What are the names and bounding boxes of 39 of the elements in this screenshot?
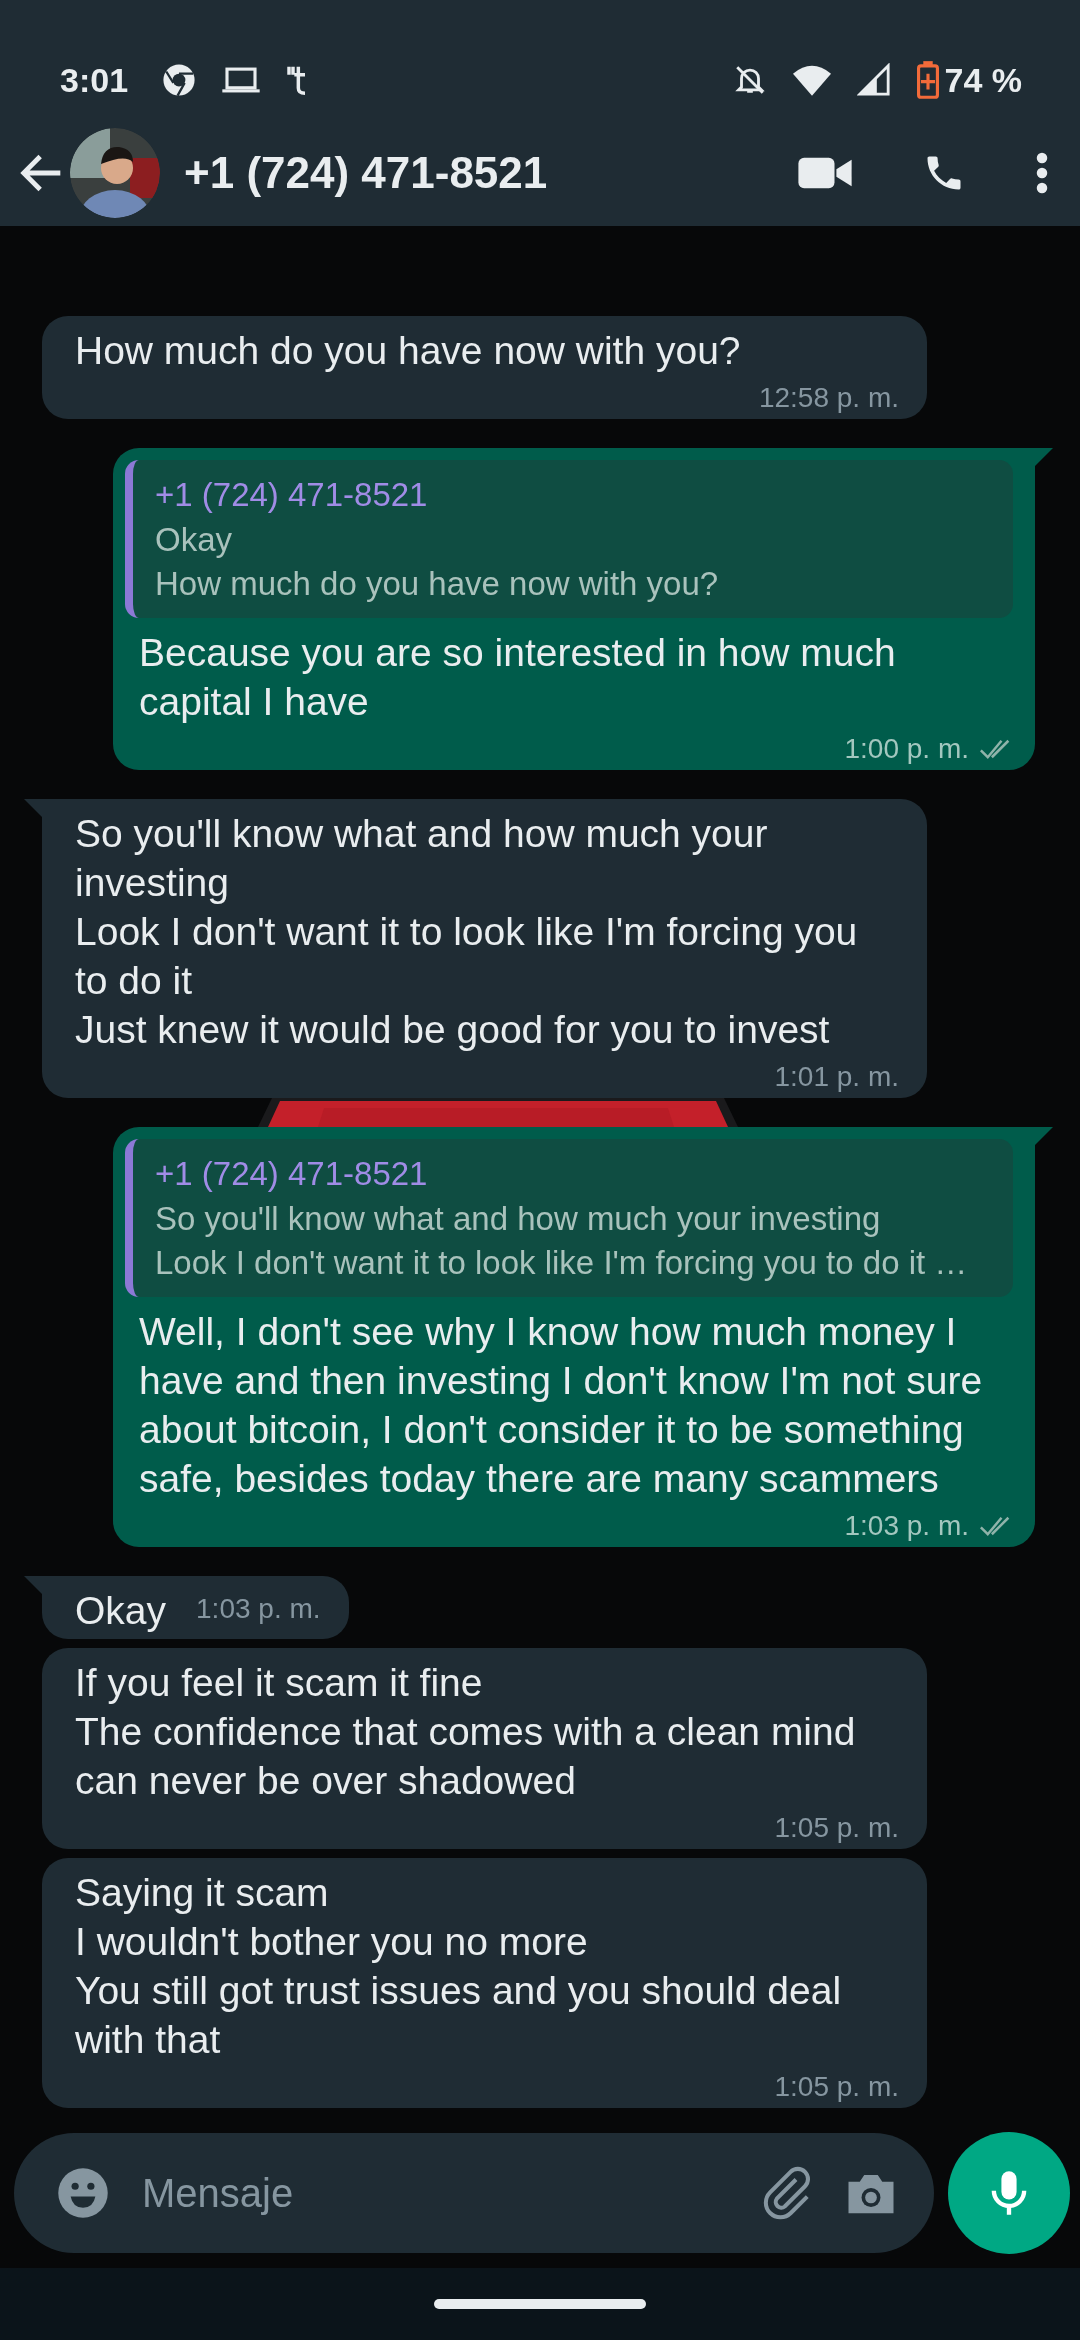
wifi-icon xyxy=(792,64,831,96)
message-time: 1:03 p. m. xyxy=(196,1592,321,1626)
quote-author: +1 (724) 471-8521 xyxy=(155,1154,429,1194)
message-bubble[interactable]: +1 (724) 471-8521 Okay How much do you have now with you? Because you are so interested in how much capital I have 1:00 p. m. xyxy=(113,448,1035,770)
quote-text: So you'll know what and how much your investing Look I don't want it to look like I'm forcing you to do it … xyxy=(155,1199,969,1283)
emoji-icon[interactable] xyxy=(56,2166,110,2220)
laptop-icon xyxy=(222,66,261,94)
message-text: Well, I don't see why I know how much money I have and then investing I don't know I'm not sure about bitcoin, I don't consider it to be something safe, besides today there are many scammers xyxy=(139,1309,984,1502)
message-text: Because you are so interested in how much capital I have xyxy=(139,630,897,725)
battery-icon xyxy=(916,61,939,99)
signal-icon xyxy=(856,63,891,97)
message-bubble[interactable]: So you'll know what and how much your investing Look I don't want it to look like I'm forcing you to do it Just knew it would be good for you to invest 1:01 p. m. xyxy=(42,799,927,1098)
message-field[interactable]: Mensaje xyxy=(14,2133,934,2253)
message-time: 1:05 p. m. xyxy=(774,2070,899,2104)
quoted-message[interactable]: +1 (724) 471-8521 So you'll know what and how much your investing Look I don't want it to look like I'm forcing you to do it … xyxy=(125,1139,1013,1297)
quote-text: Okay How much do you have now with you? xyxy=(155,520,720,604)
message-bubble[interactable] xyxy=(113,1127,1035,1547)
message-bubble[interactable]: Saying it scam I wouldn't bother you no more You still got trust issues and you should deal with that 1:05 p. m. xyxy=(42,1858,927,2108)
message-bubble[interactable]: How much do you have now with you? 12:58 p. m. xyxy=(42,316,927,419)
message-input[interactable]: Mensaje xyxy=(140,2169,730,2217)
battery-level: 74 % xyxy=(944,60,1022,100)
message-time: 1:03 p. m. xyxy=(844,1509,969,1543)
quote-author: +1 (724) 471-8521 xyxy=(155,475,429,515)
message-text: How much do you have now with you? xyxy=(75,328,741,374)
status-time: 3:01 xyxy=(60,60,129,100)
message-time: 12:58 p. m. xyxy=(758,381,899,415)
message-bubble[interactable]: If you feel it scam it fine The confidence that comes with a clean mind can never be over shadowed 1:05 p. m. xyxy=(42,1648,927,1849)
message-text: Okay xyxy=(75,1588,167,1634)
quoted-message[interactable]: +1 (724) 471-8521 Okay How much do you have now with you? xyxy=(125,460,1013,618)
more-options-icon[interactable] xyxy=(1036,152,1048,194)
message-bubble[interactable]: Okay 1:03 p. m. xyxy=(42,1576,349,1639)
contact-name[interactable]: +1 (724) 471-8521 xyxy=(184,148,728,198)
message-text: If you feel it scam it fine The confidence that comes with a clean mind can never be over shadowed xyxy=(75,1660,857,1804)
browser-icon xyxy=(162,63,197,97)
message-text: Saying it scam I wouldn't bother you no more You still got trust issues and you should deal with that xyxy=(75,1870,843,2063)
message-time: 1:00 p. m. xyxy=(844,732,969,766)
message-time: 1:05 p. m. xyxy=(774,1811,899,1845)
message-text: So you'll know what and how much your investing Look I don't want it to look like I'm forcing you to do it Just knew it would be good for you to invest xyxy=(75,811,859,1053)
message-time: 1:01 p. m. xyxy=(774,1060,899,1094)
